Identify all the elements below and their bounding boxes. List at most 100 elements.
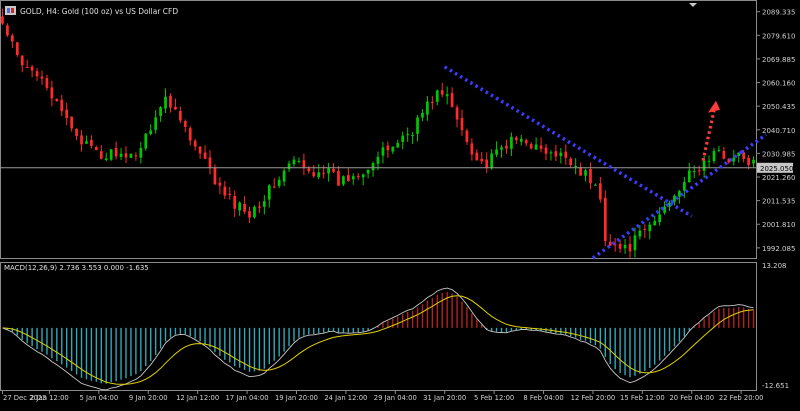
time-axis-label: 8 Feb 04:00 xyxy=(523,394,563,402)
candle-body xyxy=(510,136,513,149)
candle-body xyxy=(480,158,484,162)
candle-body xyxy=(717,149,721,151)
candle-body xyxy=(430,101,434,104)
candle-body xyxy=(267,185,271,200)
candle-body xyxy=(228,193,232,195)
candle-body xyxy=(371,163,375,171)
candle-body xyxy=(465,130,469,143)
candle-body xyxy=(598,183,602,200)
candle-body xyxy=(6,25,9,36)
window-icon-detail xyxy=(7,8,10,13)
chart-window[interactable]: GOLD, H4: Gold (100 oz) vs US Dollar CFD… xyxy=(0,0,800,407)
candle-body xyxy=(218,182,222,186)
candle-body xyxy=(539,145,543,149)
price-axis-label: 2079.610 xyxy=(762,32,795,40)
candle-body xyxy=(356,175,360,178)
candle-body xyxy=(500,147,503,150)
time-axis-label: 15 Feb 12:00 xyxy=(620,394,665,402)
candle-body xyxy=(381,147,385,156)
candle-body xyxy=(30,66,34,71)
candle-body xyxy=(10,35,14,42)
candle-body xyxy=(90,140,93,146)
candle-body xyxy=(169,95,172,108)
candle-body xyxy=(559,152,563,156)
candle-body xyxy=(584,170,587,176)
candle-body xyxy=(75,128,78,137)
candle-body xyxy=(416,117,419,134)
candle-body xyxy=(653,221,657,226)
time-axis-label: 5 Feb 12:00 xyxy=(474,394,514,402)
candle-body xyxy=(253,206,256,218)
candle-body xyxy=(692,171,696,173)
candle-body xyxy=(174,106,177,110)
chart-title: GOLD, H4: Gold (100 oz) vs US Dollar CFD xyxy=(20,7,178,16)
candle-body xyxy=(94,147,98,151)
forecast-arrow-head-icon xyxy=(708,100,720,113)
time-axis-label: 12 Jan 12:00 xyxy=(176,394,219,402)
time-axis-label: 29 Jan 04:00 xyxy=(374,394,417,402)
trendline-descending-resistance[interactable] xyxy=(443,65,693,218)
candle-body xyxy=(579,167,582,176)
macd-main-line xyxy=(2,287,754,391)
time-axis-label: 20 Feb 04:00 xyxy=(669,394,714,402)
candle-body xyxy=(524,140,528,144)
candle-body xyxy=(608,241,612,246)
candle-body xyxy=(569,158,573,166)
candle-body xyxy=(589,169,592,184)
candle-body xyxy=(455,107,459,120)
candle-body xyxy=(183,121,187,127)
candle-body xyxy=(104,158,108,161)
candle-body xyxy=(366,169,370,174)
candle-body xyxy=(682,182,686,191)
candle-body xyxy=(495,149,498,155)
candle-body xyxy=(643,228,647,230)
candle-body xyxy=(233,196,237,209)
candle-body xyxy=(45,78,49,88)
macd-axis-label-top: 13.208 xyxy=(762,262,787,270)
candle-body xyxy=(337,170,340,186)
macd-signal-line xyxy=(2,295,754,385)
candle-body xyxy=(702,160,706,171)
candle-body xyxy=(1,16,4,24)
candle-body xyxy=(55,98,59,102)
candle-body xyxy=(154,117,158,130)
candle-body xyxy=(129,153,133,158)
candle-body xyxy=(574,166,578,168)
candle-body xyxy=(712,150,716,162)
candle-body xyxy=(411,134,414,136)
price-chart-svg[interactable]: GOLD, H4: Gold (100 oz) vs US Dollar CFD… xyxy=(0,0,800,407)
chart-shift-marker-icon[interactable] xyxy=(689,3,697,7)
candle-body xyxy=(747,157,750,165)
candle-body xyxy=(193,140,197,147)
price-axis-label: 2040.710 xyxy=(762,127,795,135)
forecast-arrow-line[interactable] xyxy=(701,110,716,161)
time-axis-label: 2 Jan 12:00 xyxy=(30,394,69,402)
candle-body xyxy=(386,145,390,151)
candle-body xyxy=(297,160,301,162)
candle-body xyxy=(544,147,548,154)
candle-body xyxy=(70,116,74,129)
candle-body xyxy=(25,67,29,69)
candle-body xyxy=(149,130,153,135)
candle-body xyxy=(361,174,365,178)
candle-body xyxy=(722,150,726,159)
candle-body xyxy=(114,147,118,157)
main-panel-frame xyxy=(0,0,757,259)
candle-body xyxy=(312,172,316,177)
candle-body xyxy=(317,172,321,178)
candle-body xyxy=(262,201,266,207)
candle-body xyxy=(332,168,335,172)
macd-axis-label-bottom: -12.651 xyxy=(762,382,789,390)
price-axis-label: 2011.535 xyxy=(762,198,795,206)
candle-body xyxy=(534,144,538,150)
candle-body xyxy=(406,134,410,136)
candle-body xyxy=(198,146,202,154)
candle-body xyxy=(519,138,523,142)
candle-body xyxy=(40,76,44,79)
candle-body xyxy=(440,90,444,95)
price-axis-label: 2060.160 xyxy=(762,80,795,88)
candle-body xyxy=(188,128,192,141)
candle-body xyxy=(248,211,251,218)
candle-body xyxy=(460,117,464,131)
candle-body xyxy=(732,157,736,162)
